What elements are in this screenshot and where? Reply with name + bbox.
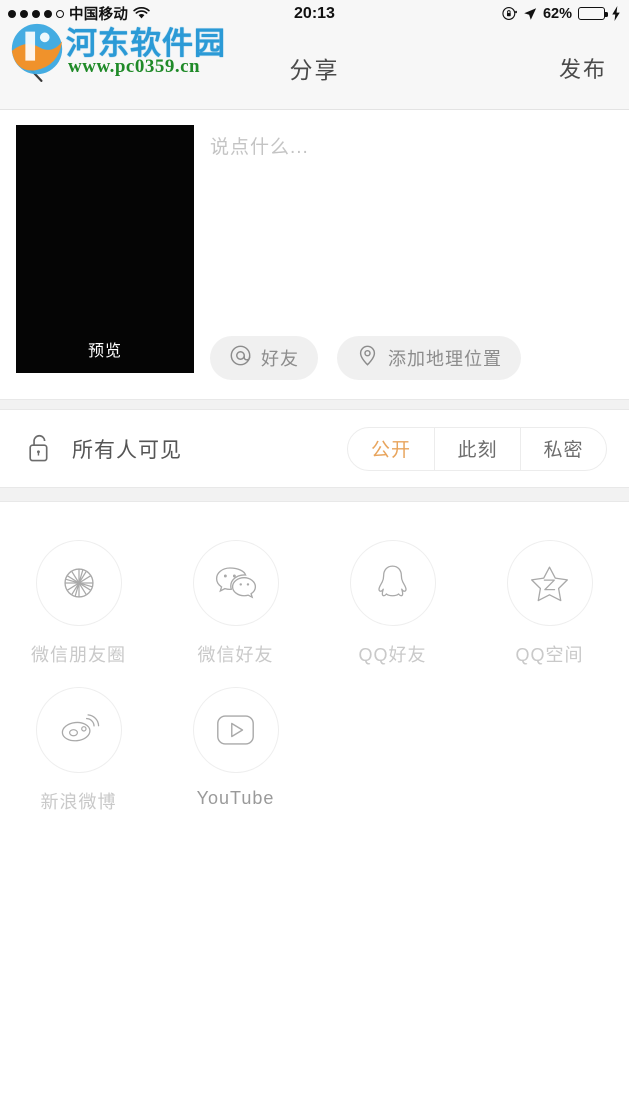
compose-area: 预览 说点什么... 好友 添加地理位置 — [0, 110, 629, 399]
share-target-label: 微信好友 — [197, 645, 274, 665]
share-target-label: QQ空间 — [515, 645, 584, 665]
share-target-qzone[interactable]: QQ空间 — [471, 524, 628, 671]
page-title: 分享 — [289, 57, 340, 83]
privacy-segmented-control: 公开 此刻 私密 — [347, 426, 607, 471]
back-button[interactable] — [14, 48, 54, 88]
youtube-icon — [192, 687, 279, 773]
privacy-option-private[interactable]: 私密 — [520, 427, 606, 470]
share-target-qq-friends[interactable]: QQ好友 — [314, 524, 471, 671]
media-thumbnail[interactable]: 预览 — [16, 125, 194, 373]
share-target-label: 新浪微博 — [40, 792, 117, 812]
add-location-button[interactable]: 添加地理位置 — [337, 336, 521, 380]
sina-weibo-icon — [35, 687, 122, 773]
navigation-bar: 分享 发布 — [0, 27, 629, 110]
caption-input[interactable]: 说点什么... — [210, 132, 609, 159]
privacy-option-public[interactable]: 公开 — [348, 428, 434, 470]
share-screen: 中国移动 20:13 62% 分享 发布 河东软件园 www.pc0359.cn… — [0, 0, 629, 1118]
wechat-moments-icon — [35, 540, 122, 626]
share-target-label: QQ好友 — [358, 645, 427, 665]
share-row-2: 新浪微博 YouTube — [0, 671, 629, 818]
qzone-star-icon — [506, 540, 593, 626]
wechat-friends-icon — [192, 540, 279, 626]
share-target-sina-weibo[interactable]: 新浪微博 — [0, 671, 157, 818]
share-target-wechat-friends[interactable]: 微信好友 — [157, 524, 314, 671]
share-target-wechat-moments[interactable]: 微信朋友圈 — [0, 524, 157, 671]
location-arrow-icon — [523, 7, 537, 21]
qq-penguin-icon — [349, 540, 436, 626]
status-bar-right: 62% — [502, 6, 621, 22]
section-divider-top — [0, 399, 629, 410]
unlock-icon — [22, 432, 56, 466]
share-target-youtube[interactable]: YouTube — [157, 671, 314, 818]
share-target-label: YouTube — [196, 788, 275, 808]
battery-icon — [578, 7, 608, 20]
privacy-row: 所有人可见 公开 此刻 私密 — [0, 410, 629, 487]
share-target-label: 微信朋友圈 — [31, 645, 126, 665]
status-bar: 中国移动 20:13 62% — [0, 0, 629, 27]
location-pin-icon — [356, 344, 379, 372]
at-mention-icon — [229, 344, 252, 372]
lightning-bolt-icon — [611, 6, 621, 21]
privacy-label: 所有人可见 — [72, 438, 182, 462]
mention-friend-label: 好友 — [261, 349, 299, 369]
section-divider-bottom — [0, 487, 629, 502]
add-location-label: 添加地理位置 — [388, 349, 502, 369]
rotation-lock-icon — [502, 6, 518, 21]
battery-percent-label: 62% — [542, 5, 572, 22]
privacy-option-moment[interactable]: 此刻 — [434, 427, 520, 470]
share-target-grid: 微信朋友圈 微信好友 QQ好友 QQ空间 新浪微博 YouTube — [0, 502, 629, 818]
chevron-left-icon — [21, 47, 47, 90]
compose-actions: 好友 添加地理位置 — [210, 336, 521, 380]
share-row-1: 微信朋友圈 微信好友 QQ好友 QQ空间 — [0, 524, 629, 671]
mention-friend-button[interactable]: 好友 — [210, 336, 318, 380]
preview-label: 预览 — [87, 343, 122, 360]
publish-button[interactable]: 发布 — [559, 52, 607, 84]
